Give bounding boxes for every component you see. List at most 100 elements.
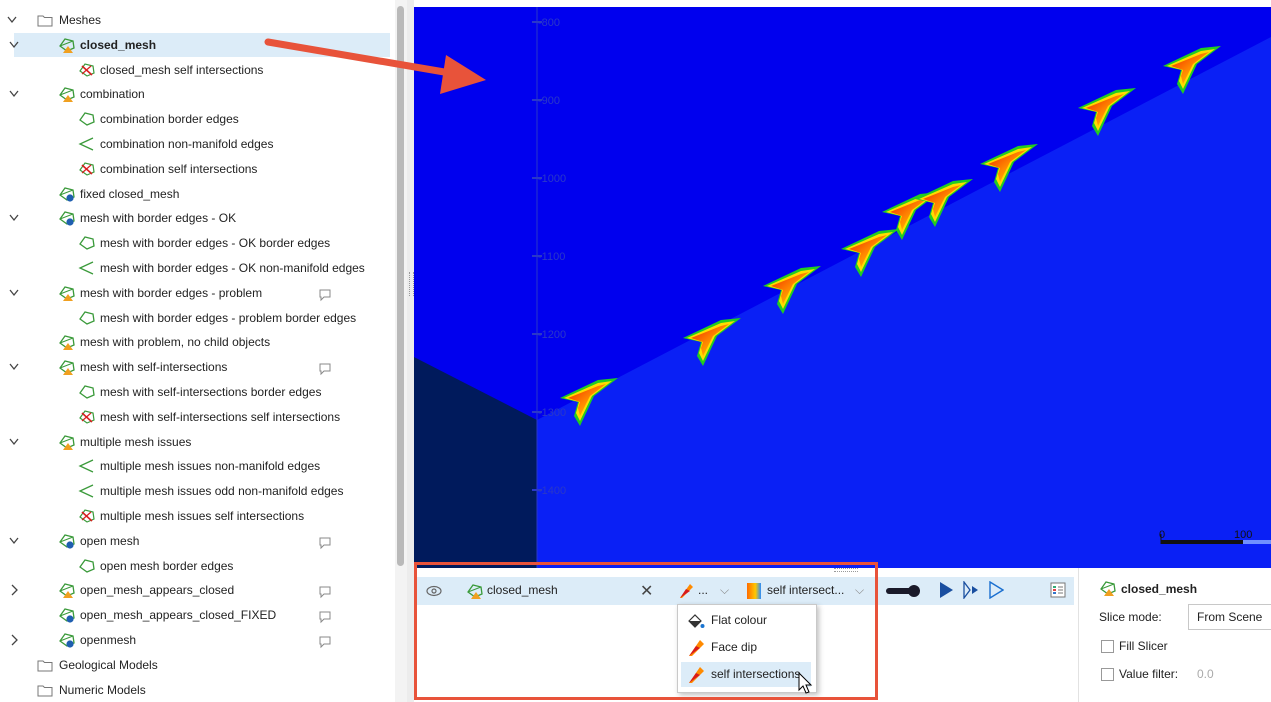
- mesh-warning-icon: [58, 582, 75, 599]
- mesh-info-icon: [58, 186, 75, 202]
- mesh-info-icon: [58, 533, 75, 549]
- tree-item-label: mesh with self-intersections self inters…: [100, 409, 341, 424]
- tree-item-label: combination non-manifold edges: [100, 137, 274, 151]
- tree-item-label: Numeric Models: [59, 682, 146, 697]
- tree-item[interactable]: mesh with border edges - problem border …: [14, 306, 390, 330]
- chevron-down-icon[interactable]: [8, 529, 20, 553]
- annotation-arrow: [264, 38, 486, 94]
- mesh-info-icon: [58, 210, 75, 226]
- tree-item[interactable]: fixed closed_mesh: [14, 182, 390, 206]
- tree-item[interactable]: Geological Models: [0, 653, 390, 677]
- tree-item[interactable]: Numeric Models: [0, 678, 390, 702]
- tree-item[interactable]: multiple mesh issues self intersections: [14, 504, 390, 528]
- fill-slicer-checkbox[interactable]: [1101, 640, 1114, 653]
- value-filter-input[interactable]: 0.0: [1197, 667, 1214, 681]
- border-edges-icon: [78, 558, 95, 574]
- tree-item-label: mesh with border edges - problem: [80, 285, 263, 300]
- tree-item-label: combination self intersections: [100, 161, 258, 176]
- mesh-warning-icon: [58, 334, 75, 351]
- comment-icon[interactable]: [318, 633, 332, 649]
- tree-item[interactable]: mesh with problem, no child objects: [14, 330, 390, 354]
- tree-item[interactable]: mesh with self-intersections border edge…: [14, 380, 390, 404]
- tree-item-label: mesh with border edges - OK: [80, 211, 237, 226]
- comment-icon[interactable]: [318, 534, 332, 550]
- tree-item[interactable]: Meshes: [0, 8, 390, 32]
- fill-slicer-label: Fill Slicer: [1119, 639, 1168, 653]
- depth-tick-label: -1100: [538, 251, 565, 263]
- tree-item-label: multiple mesh issues odd non-manifold ed…: [100, 484, 344, 499]
- tree-item[interactable]: multiple mesh issues odd non-manifold ed…: [14, 479, 390, 503]
- play-outline-icon[interactable]: [988, 580, 1005, 602]
- project-tree: Meshes closed_mesh closed_mesh self inters…: [0, 0, 394, 702]
- mesh-warning-icon: [58, 86, 75, 103]
- value-filter-checkbox[interactable]: [1101, 668, 1114, 681]
- tree-item-label: mesh with self-intersections: [80, 360, 228, 375]
- tree-item[interactable]: multiple mesh issues: [9, 430, 390, 454]
- tree-item[interactable]: combination self intersections: [14, 157, 390, 181]
- tree-item-label: openmesh: [80, 633, 137, 647]
- chevron-down-icon[interactable]: [8, 430, 20, 454]
- tree-item[interactable]: combination non-manifold edges: [14, 132, 390, 156]
- chevron-down-icon[interactable]: [8, 206, 20, 230]
- legend-list-icon[interactable]: [1050, 582, 1066, 601]
- depth-tick-label: -1400: [538, 485, 566, 497]
- value-filter-label: Value filter:: [1119, 667, 1179, 681]
- tree-item[interactable]: mesh with border edges - problem: [9, 281, 390, 305]
- tree-item-label: mesh with border edges - problem border …: [100, 310, 357, 325]
- tree-scrollbar[interactable]: [395, 0, 407, 702]
- opacity-slider[interactable]: [886, 585, 922, 600]
- tree-item[interactable]: multiple mesh issues non-manifold edges: [14, 454, 390, 478]
- tree-item-label: Geological Models: [59, 657, 158, 672]
- comment-icon[interactable]: [318, 608, 332, 624]
- tree-item-label: mesh with border edges - OK border edges: [100, 236, 331, 251]
- border-edges-icon: [78, 235, 95, 251]
- tree-item[interactable]: openmesh: [11, 628, 390, 652]
- folder-icon: [37, 682, 53, 698]
- properties-title: closed_mesh: [1121, 582, 1198, 596]
- tree-item-label: combination: [80, 87, 145, 102]
- non-manifold-edges-icon: [78, 458, 94, 474]
- chevron-right-icon[interactable]: [8, 628, 20, 652]
- tree-item[interactable]: mesh with border edges - OK: [9, 206, 390, 230]
- tree-item-label: mesh with self-intersections border edge…: [100, 385, 322, 399]
- folder-icon: [37, 657, 53, 673]
- tree-item-label: multiple mesh issues self intersections: [100, 509, 305, 523]
- chevron-down-icon[interactable]: [8, 33, 20, 57]
- depth-tick-label: -1300: [538, 407, 566, 419]
- highlight-box: [414, 562, 878, 700]
- tree-item[interactable]: mesh with border edges - OK non-manifold…: [14, 256, 390, 280]
- mesh-warning-icon: [58, 359, 75, 376]
- depth-tick-label: -1000: [538, 173, 566, 185]
- comment-icon[interactable]: [318, 286, 332, 302]
- tree-item[interactable]: open mesh border edges: [14, 554, 390, 578]
- tree-item[interactable]: mesh with border edges - OK border edges: [14, 231, 390, 255]
- tree-item[interactable]: combination border edges: [14, 107, 390, 131]
- tree-item-label: mesh with problem, no child objects: [80, 335, 271, 350]
- mesh-warning-icon: [58, 285, 75, 301]
- slice-mode-select[interactable]: From Scene: [1188, 604, 1271, 630]
- tree-item-label: multiple mesh issues: [80, 434, 192, 449]
- tree-item-label: closed_mesh: [80, 37, 157, 52]
- tree-item-label: open mesh border edges: [100, 558, 234, 573]
- chevron-down-icon[interactable]: [8, 281, 20, 305]
- scene-view[interactable]: -800 -900 -1000 -1100 -1200 -1300 -1400 0 100: [414, 7, 1271, 568]
- play-step-icon[interactable]: [962, 580, 980, 602]
- chevron-right-icon[interactable]: [8, 578, 20, 602]
- self-intersections-icon: [78, 409, 95, 425]
- tree-item[interactable]: mesh with self-intersections: [9, 355, 390, 379]
- play-solid-icon[interactable]: [938, 581, 954, 602]
- panel-splitter[interactable]: [407, 0, 414, 702]
- comment-icon[interactable]: [318, 360, 332, 376]
- tree-item[interactable]: open_mesh_appears_closed_FIXED: [14, 603, 390, 627]
- mesh-warning-icon: [1099, 580, 1117, 599]
- tree-item[interactable]: open_mesh_appears_closed: [11, 578, 390, 602]
- comment-icon[interactable]: [318, 583, 332, 599]
- chevron-down-icon[interactable]: [8, 82, 20, 106]
- chevron-down-icon[interactable]: [8, 355, 20, 379]
- tree-item-label: multiple mesh issues non-manifold edges: [100, 459, 321, 474]
- tree-item[interactable]: mesh with self-intersections self inters…: [14, 405, 390, 429]
- depth-tick-label: -900: [538, 95, 560, 107]
- chevron-down-icon[interactable]: [6, 8, 18, 32]
- tree-item[interactable]: open mesh: [9, 529, 390, 553]
- tree-item-label: open_mesh_appears_closed: [80, 583, 235, 598]
